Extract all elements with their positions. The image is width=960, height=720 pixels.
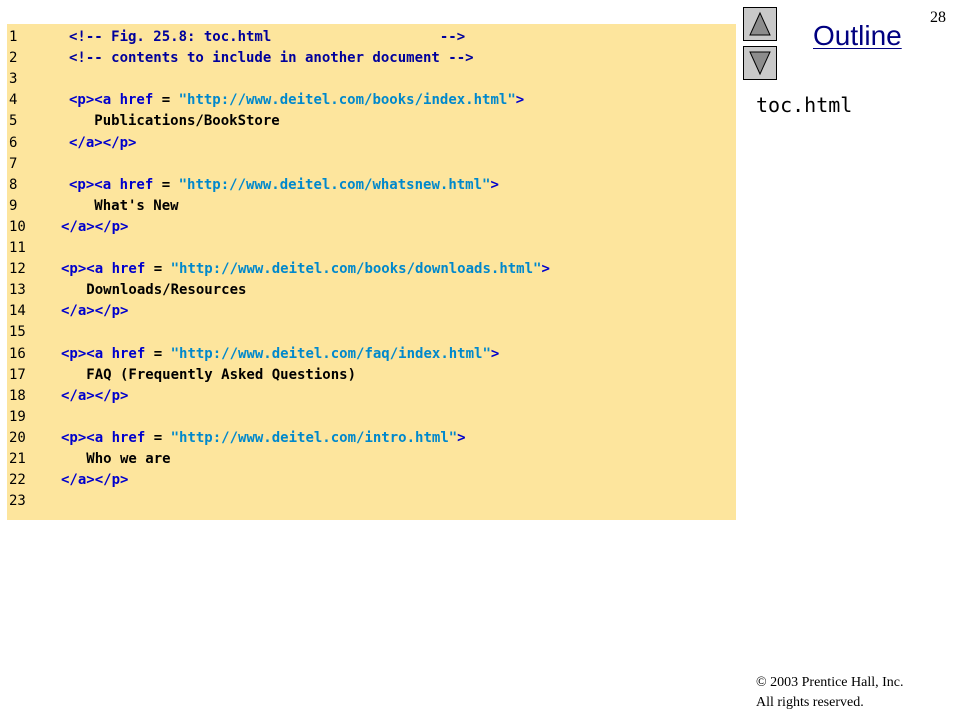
line-number: 16 [9,345,26,362]
previous-slide-button[interactable] [743,7,777,41]
line-code: Who we are [61,449,171,470]
code-token: <!-- contents to include in another docu… [69,50,474,67]
file-name-label: toc.html [756,93,853,117]
outline-link[interactable]: Outline [813,20,902,52]
line-code: <p><a href = "http://www.deitel.com/intr… [61,428,466,449]
code-token: "http://www.deitel.com/intro.html" [170,429,458,446]
line-number: 10 [9,218,26,235]
code-token: href [111,345,146,362]
code-token: > [490,176,499,193]
line-number: 17 [9,366,26,383]
code-token: "http://www.deitel.com/books/downloads.h… [170,261,542,278]
code-token: href [119,176,154,193]
code-token: <p><a [69,92,120,109]
code-token: > [490,345,500,362]
line-code: What's New [69,196,179,217]
copyright-line-2: All rights reserved. [756,695,864,710]
code-token: Downloads/Resources [61,282,247,299]
line-code: Publications/BookStore [69,111,280,132]
line-code: <!-- contents to include in another docu… [69,48,474,69]
line-number: 1 [9,29,18,45]
code-token: = [145,345,171,362]
line-number: 18 [9,387,26,404]
line-number: 12 [9,261,26,278]
code-token: href [111,261,146,278]
code-token: "http://www.deitel.com/whatsnew.html" [178,176,491,193]
line-number: 9 [9,197,18,214]
code-token: > [457,429,466,446]
code-token: <p><a [61,429,112,446]
code-token: > [541,261,550,278]
line-number: 15 [9,324,26,341]
code-token: = [153,176,179,193]
code-token: </a></p> [61,472,129,489]
line-number: 6 [9,134,18,151]
code-token: = [153,92,179,109]
code-token: What's New [69,197,179,214]
line-number: 20 [9,429,26,446]
line-number: 4 [9,92,18,109]
line-code: </a></p> [69,133,136,154]
code-token: </a></p> [61,303,129,320]
up-arrow-icon [749,11,771,36]
line-number: 14 [9,303,26,320]
line-number: 2 [9,50,18,67]
line-code: </a></p> [61,217,128,238]
copyright-notice: © 2003 Prentice Hall, Inc. All rights re… [756,673,904,713]
code-token: href [111,429,146,446]
next-slide-button[interactable] [743,46,777,80]
code-token: <p><a [69,176,120,193]
code-token: <!-- Fig. 25.8: toc.html --> [69,29,466,45]
code-token: <p><a [61,261,112,278]
line-code: <p><a href = "http://www.deitel.com/faq/… [61,344,499,365]
copyright-line-1: © 2003 Prentice Hall, Inc. [756,675,904,690]
line-number: 8 [9,176,18,193]
line-code: </a></p> [61,470,128,491]
code-token: > [515,92,525,109]
page-number: 28 [930,9,946,26]
line-number: 13 [9,282,26,299]
line-number: 3 [9,71,18,88]
code-token: </a></p> [69,134,137,151]
line-number: 23 [9,493,26,510]
line-code: <p><a href = "http://www.deitel.com/what… [69,175,499,196]
line-code: FAQ (Frequently Asked Questions) [61,365,356,386]
line-code: <!-- Fig. 25.8: toc.html --> [69,27,465,48]
code-token: = [145,261,171,278]
line-code: </a></p> [61,301,128,322]
code-token: = [145,429,171,446]
code-listing-panel: 1 <!-- Fig. 25.8: toc.html --> 2 <!-- conte… [7,24,736,520]
line-code: Downloads/Resources [61,280,246,301]
line-number: 5 [9,113,18,130]
code-token: FAQ (Frequently Asked Questions) [61,366,357,383]
down-arrow-icon [749,51,771,76]
code-token: Who we are [61,451,171,467]
line-number: 21 [9,451,26,467]
code-token: href [119,92,154,109]
code-token: "http://www.deitel.com/faq/index.html" [170,345,491,362]
code-token: "http://www.deitel.com/books/index.html" [178,92,516,109]
line-number: 19 [9,408,26,425]
line-number: 7 [9,155,18,172]
line-code: </a></p> [61,386,128,407]
code-token: Publications/BookStore [69,113,280,130]
line-number: 11 [9,240,26,256]
code-token: </a></p> [61,387,129,404]
code-token: <p><a [61,345,112,362]
line-code: <p><a href = "http://www.deitel.com/book… [61,259,550,280]
line-code: <p><a href = "http://www.deitel.com/book… [69,90,524,111]
code-token: </a></p> [61,218,129,235]
line-number: 22 [9,472,26,489]
